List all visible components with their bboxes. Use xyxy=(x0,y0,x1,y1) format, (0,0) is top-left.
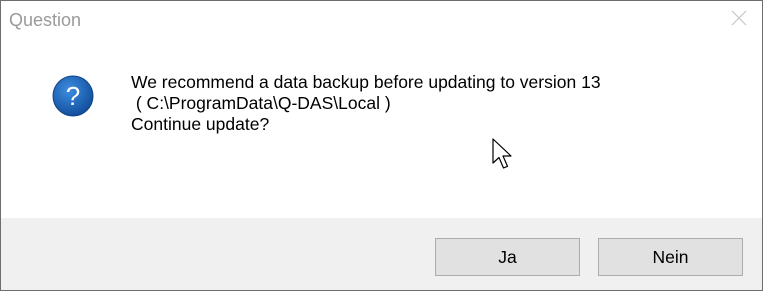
question-dialog: Question ? We recommend a data backup be… xyxy=(0,0,763,291)
close-icon xyxy=(731,10,747,26)
message-line-2: ( C:\ProgramData\Q-DAS\Local ) xyxy=(131,93,391,113)
mouse-cursor-icon xyxy=(492,138,512,169)
no-button[interactable]: Nein xyxy=(598,238,743,276)
close-button[interactable] xyxy=(716,1,762,35)
dialog-title: Question xyxy=(9,10,82,30)
title-bar: Question xyxy=(1,1,762,35)
message-line-3: Continue update? xyxy=(131,114,270,134)
message-line-1: We recommend a data backup before updati… xyxy=(131,72,601,92)
message-text: We recommend a data backup before updati… xyxy=(131,72,601,135)
yes-button[interactable]: Ja xyxy=(435,238,580,276)
question-glyph: ? xyxy=(66,81,80,111)
button-bar: Ja Nein xyxy=(1,218,762,290)
question-icon: ? xyxy=(52,75,94,117)
